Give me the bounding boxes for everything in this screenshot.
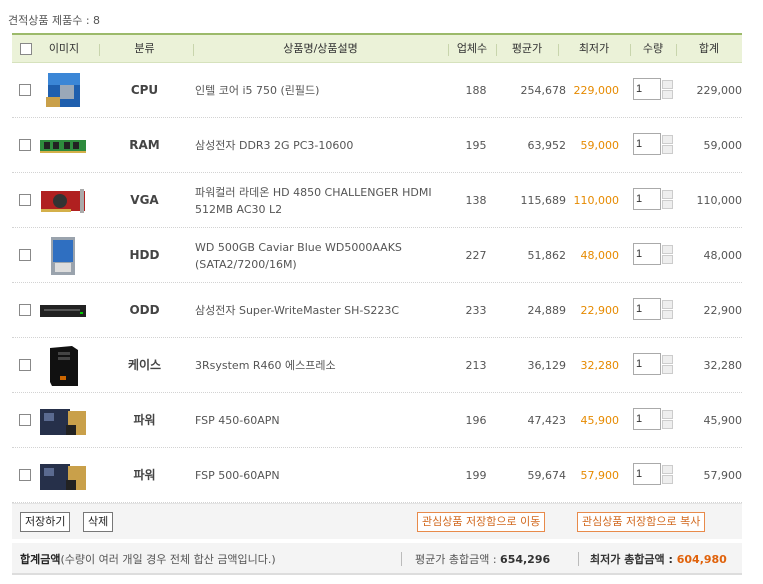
header-avg-price: 평균가 [511,42,543,55]
row-checkbox[interactable] [19,469,31,481]
row-qty-input[interactable] [633,188,661,210]
action-bar: 저장하기 삭제 관심상품 저장함으로 이동 관심상품 저장함으로 복사 [12,503,742,539]
row-product-name[interactable]: 3Rsystem R460 에스프레소 [195,338,455,393]
row-total: 110,000 [696,194,743,207]
row-qty-input[interactable] [633,408,661,430]
pc-case-thumbnail[interactable] [38,346,88,386]
row-checkbox[interactable] [19,249,31,261]
row-category: RAM [129,138,160,152]
row-total: 22,900 [703,304,743,317]
row-product-name[interactable]: FSP 500-60APN [195,448,455,503]
row-total: 59,000 [703,139,743,152]
header-qty: 수량 [642,42,664,55]
header-image: 이미지 [48,42,80,55]
table-row: ODD 삼성전자 Super-WriteMaster SH-S223C 233 24,… [12,283,742,338]
row-qty-input[interactable] [633,78,661,100]
ram-stick-thumbnail[interactable] [38,126,88,166]
row-avg-price: 63,952 [527,139,567,152]
row-product-name[interactable]: 삼성전자 DDR3 2G PC3-10600 [195,118,455,173]
header-vendors: 업체수 [456,42,488,55]
row-checkbox[interactable] [19,304,31,316]
delete-button[interactable]: 삭제 [83,512,114,532]
table-row: VGA 파워컬러 라데온 HD 4850 CHALLENGER HDMI 512M… [12,173,742,228]
row-avg-price: 254,678 [520,84,567,97]
row-qty-input[interactable] [633,353,661,375]
header-category: 분류 [134,42,155,55]
row-checkbox[interactable] [19,414,31,426]
row-low-price[interactable]: 45,900 [557,393,620,448]
summary-label: 합계금액(수량이 여러 개일 경우 전체 합산 금액입니다.) [20,553,276,566]
row-product-name[interactable]: WD 500GB Caviar Blue WD5000AAKS (SATA2/7… [195,228,455,283]
power-supply-thumbnail[interactable] [38,401,88,441]
table-row: 파워FSP 500-60APN19959,67457,90057,900 [12,448,742,503]
row-low-price[interactable]: 57,900 [557,448,620,503]
row-category: 파워 [133,468,156,482]
row-avg-price: 59,674 [527,469,567,482]
graphics-card-thumbnail[interactable] [38,181,88,221]
row-low-price[interactable]: 110,000 [557,173,620,228]
header-low-price: 최저가 [578,42,610,55]
row-avg-price: 51,862 [527,249,567,262]
row-checkbox[interactable] [19,359,31,371]
estimate-table: 이미지 분류 상품명/상품설명 업체수 평균가 최저가 수량 합계 CPU 인텔 … [12,33,742,503]
row-qty-input[interactable] [633,133,661,155]
table-header: 이미지 분류 상품명/상품설명 업체수 평균가 최저가 수량 합계 [12,33,742,63]
row-total: 45,900 [703,414,743,427]
table-row: HDD WD 500GB Caviar Blue WD5000AAKS (SATA… [12,228,742,283]
row-product-name[interactable]: 파워컬러 라데온 HD 4850 CHALLENGER HDMI 512MB A… [195,173,455,228]
row-category: VGA [130,193,159,207]
row-category: 파워 [133,413,156,427]
row-avg-price: 24,889 [527,304,567,317]
row-category: CPU [130,83,159,97]
summary-bar: 합계금액(수량이 여러 개일 경우 전체 합산 금액입니다.) 평균가 총합금액… [12,543,742,575]
header-total: 합계 [698,42,720,55]
table-row: RAM 삼성전자 DDR3 2G PC3-10600 195 63,952 59,000… [12,118,742,173]
header-product: 상품명/상품설명 [283,42,358,55]
row-total: 57,900 [703,469,743,482]
row-avg-price: 115,689 [520,194,567,207]
row-avg-price: 47,423 [527,414,567,427]
row-low-price[interactable]: 32,280 [557,338,620,393]
row-qty-input[interactable] [633,298,661,320]
row-qty-input[interactable] [633,463,661,485]
copy-to-wishlist-button[interactable]: 관심상품 저장함으로 복사 [577,512,706,532]
row-checkbox[interactable] [19,194,31,206]
table-row: CPU인텔 코어 i5 750 (린필드)188254,678229,00022… [12,63,742,118]
row-category: 케이스 [127,358,162,372]
save-button[interactable]: 저장하기 [20,512,71,532]
row-product-name[interactable]: 인텔 코어 i5 750 (린필드) [195,63,455,118]
row-total: 229,000 [696,84,743,97]
row-low-price[interactable]: 229,000 [557,63,620,118]
low-total: 최저가 총합금액 : 604,980 [590,553,727,566]
row-product-name[interactable]: FSP 450-60APN [195,393,455,448]
cpu-box-thumbnail[interactable] [38,71,88,111]
move-to-wishlist-button[interactable]: 관심상품 저장함으로 이동 [417,512,546,532]
row-avg-price: 36,129 [527,359,567,372]
row-checkbox[interactable] [19,84,31,96]
row-low-price[interactable]: 48,000 [557,228,620,283]
row-low-price[interactable]: 22,900 [557,283,620,338]
hard-drive-thumbnail[interactable] [38,236,88,276]
row-qty-input[interactable] [633,243,661,265]
row-category: ODD [129,303,160,317]
row-checkbox[interactable] [19,139,31,151]
optical-drive-thumbnail[interactable] [38,291,88,331]
row-total: 48,000 [703,249,743,262]
row-total: 32,280 [703,359,743,372]
select-all-checkbox[interactable] [20,43,32,55]
power-supply-thumbnail[interactable] [38,456,88,496]
row-product-name[interactable]: 삼성전자 Super-WriteMaster SH-S223C [195,283,455,338]
product-count: 견적상품 제품수 : 8 [8,14,101,27]
avg-total: 평균가 총합금액 : 654,296 [415,553,551,566]
table-row: 케이스3Rsystem R460 에스프레소21336,12932,28032,… [12,338,742,393]
table-row: 파워FSP 450-60APN19647,42345,90045,900 [12,393,742,448]
row-low-price[interactable]: 59,000 [557,118,620,173]
row-category: HDD [129,248,160,262]
